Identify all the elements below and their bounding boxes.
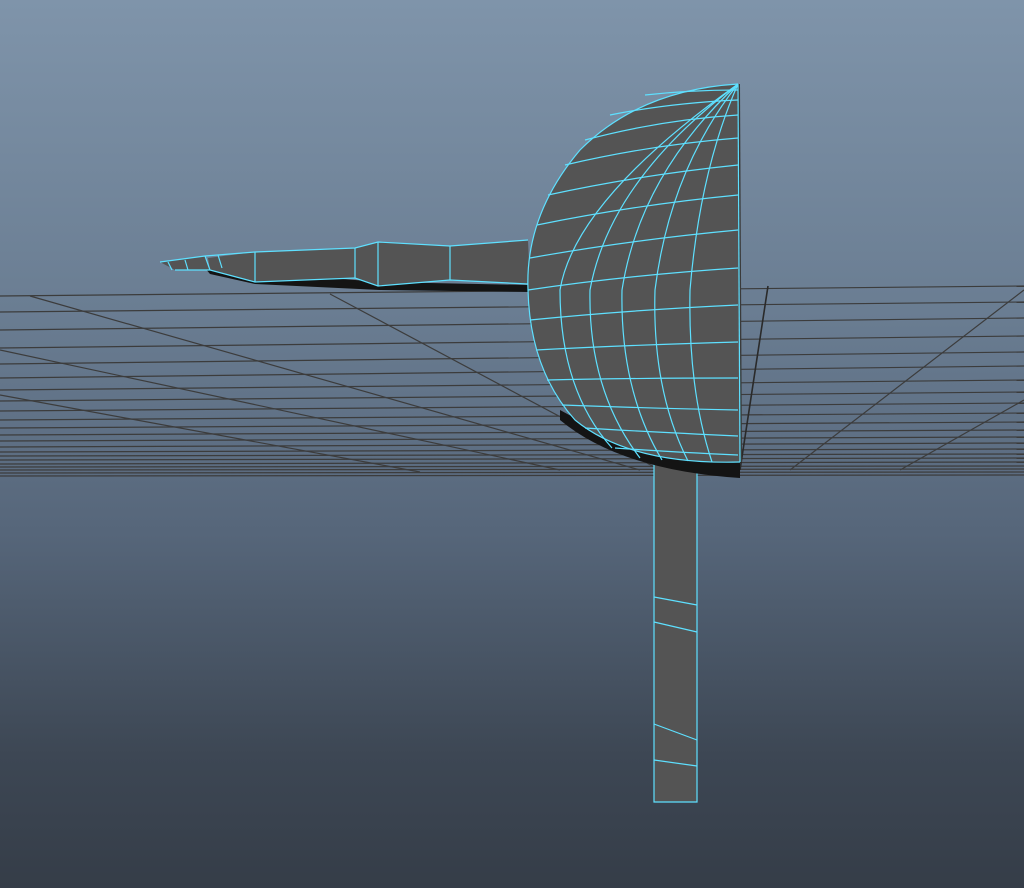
hemisphere-mesh[interactable]: [527, 83, 742, 478]
3d-viewport[interactable]: [0, 0, 1024, 888]
viewport-canvas[interactable]: [0, 0, 1024, 888]
horizontal-arm-mesh[interactable]: [159, 239, 530, 292]
vertical-cylinder-mesh[interactable]: [653, 460, 698, 803]
ground-grid: [0, 285, 1024, 477]
